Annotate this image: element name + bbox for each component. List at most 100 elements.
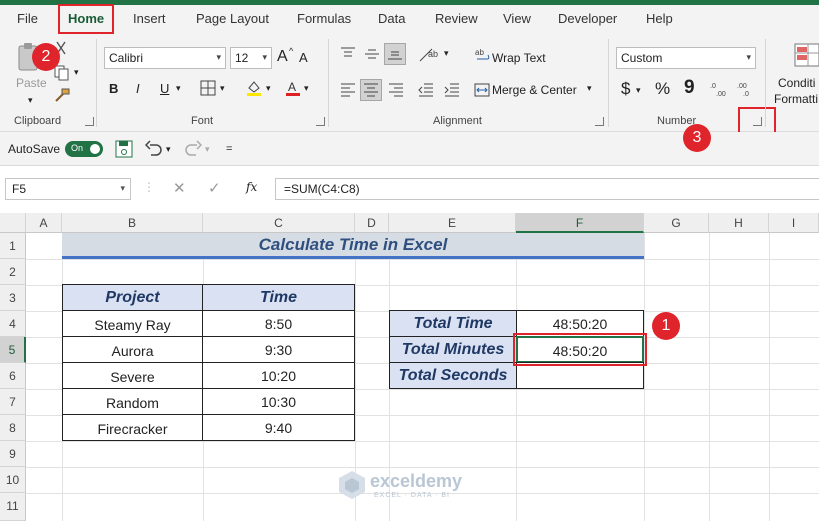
align-center-icon[interactable]	[360, 79, 382, 101]
decrease-indent-icon[interactable]	[418, 83, 434, 97]
row-header[interactable]: 8	[0, 415, 26, 441]
project-cell[interactable]: Steamy Ray	[62, 310, 203, 337]
enter-icon[interactable]: ✓	[208, 179, 221, 197]
row-header[interactable]: 6	[0, 363, 26, 389]
borders-chevron-icon[interactable]: ▾	[220, 83, 225, 94]
project-header[interactable]: Project	[62, 284, 203, 311]
formula-input[interactable]: =SUM(C4:C8)	[275, 178, 819, 200]
insert-function-button[interactable]: fx	[246, 180, 257, 194]
column-header[interactable]: F	[516, 213, 644, 233]
conditional-formatting-label-2[interactable]: Formatti	[774, 92, 818, 106]
summary-label[interactable]: Total Time	[389, 310, 517, 337]
underline-button[interactable]: U	[160, 81, 169, 96]
autosave-toggle[interactable]: On	[65, 141, 103, 157]
row-header[interactable]: 7	[0, 389, 26, 415]
font-size-select[interactable]: 12 ▾	[230, 47, 272, 69]
row-header[interactable]: 9	[0, 441, 26, 467]
increase-indent-icon[interactable]	[444, 83, 460, 97]
tab-data[interactable]: Data	[378, 11, 405, 26]
shrink-font-button[interactable]: A	[299, 50, 308, 65]
wrap-text-icon[interactable]: ab	[475, 47, 491, 63]
time-cell[interactable]: 9:30	[202, 336, 355, 363]
column-header[interactable]: C	[203, 213, 355, 233]
column-header[interactable]: A	[26, 213, 62, 233]
summary-label[interactable]: Total Minutes	[389, 336, 517, 363]
cancel-icon[interactable]: ✕	[173, 179, 186, 197]
paste-chevron-icon[interactable]: ▾	[28, 95, 33, 106]
fill-chevron-icon[interactable]: ▾	[266, 83, 271, 94]
undo-chevron-icon[interactable]: ▾	[166, 144, 171, 155]
time-cell[interactable]: 10:30	[202, 388, 355, 415]
project-cell[interactable]: Random	[62, 388, 203, 415]
tab-file[interactable]: File	[17, 11, 38, 26]
merge-center-button[interactable]: Merge & Center	[492, 83, 577, 97]
tab-help[interactable]: Help	[646, 11, 673, 26]
number-format-select[interactable]: Custom ▾	[616, 47, 756, 69]
align-bottom-icon[interactable]	[384, 43, 406, 65]
tab-view[interactable]: View	[503, 11, 531, 26]
row-header[interactable]: 4	[0, 311, 26, 337]
align-right-icon[interactable]	[388, 83, 404, 97]
redo-icon[interactable]	[184, 140, 203, 158]
currency-button[interactable]: $	[621, 79, 630, 99]
row-header[interactable]: 11	[0, 493, 26, 521]
column-header[interactable]: E	[389, 213, 516, 233]
sheet-title-cell[interactable]: Calculate Time in Excel	[62, 233, 644, 259]
fill-color-icon[interactable]	[245, 79, 263, 97]
format-painter-icon[interactable]	[54, 87, 70, 103]
tab-insert[interactable]: Insert	[133, 11, 166, 26]
project-cell[interactable]: Severe	[62, 362, 203, 389]
column-header[interactable]: B	[62, 213, 203, 233]
summary-label[interactable]: Total Seconds	[389, 362, 517, 389]
tab-page-layout[interactable]: Page Layout	[196, 11, 269, 26]
row-header[interactable]: 5	[0, 337, 26, 363]
decrease-decimal-icon[interactable]: .00.0	[737, 81, 757, 98]
comma-style-button[interactable]: 9	[684, 77, 695, 99]
merge-center-icon[interactable]	[474, 82, 490, 98]
column-header[interactable]: G	[644, 213, 709, 233]
column-header[interactable]: D	[355, 213, 389, 233]
align-middle-icon[interactable]	[364, 47, 380, 61]
italic-button[interactable]: I	[136, 81, 140, 96]
redo-chevron-icon[interactable]: ▾	[205, 144, 210, 155]
tab-developer[interactable]: Developer	[558, 11, 617, 26]
time-cell[interactable]: 8:50	[202, 310, 355, 337]
row-header[interactable]: 1	[0, 233, 26, 259]
undo-icon[interactable]	[144, 140, 163, 158]
tab-review[interactable]: Review	[435, 11, 478, 26]
underline-chevron-icon[interactable]: ▾	[176, 83, 181, 94]
orientation-icon[interactable]: ab	[418, 45, 440, 63]
font-color-icon[interactable]: A	[284, 79, 302, 97]
summary-value[interactable]	[516, 362, 644, 389]
copy-chevron-icon[interactable]: ▾	[74, 67, 79, 78]
conditional-formatting-icon[interactable]	[794, 43, 819, 67]
column-header[interactable]: H	[709, 213, 769, 233]
row-header[interactable]: 2	[0, 259, 26, 285]
name-box[interactable]: F5 ▾	[5, 178, 131, 200]
align-top-icon[interactable]	[340, 47, 356, 61]
column-header[interactable]: I	[769, 213, 819, 233]
row-header[interactable]: 10	[0, 467, 26, 493]
row-header[interactable]: 3	[0, 285, 26, 311]
time-header[interactable]: Time	[202, 284, 355, 311]
bold-button[interactable]: B	[109, 81, 118, 96]
wrap-text-button[interactable]: Wrap Text	[492, 51, 546, 65]
save-icon[interactable]	[115, 140, 133, 158]
merge-chevron-icon[interactable]: ▾	[587, 83, 592, 94]
project-cell[interactable]: Firecracker	[62, 414, 203, 441]
select-all-corner[interactable]	[0, 213, 26, 233]
copy-icon[interactable]	[54, 65, 70, 81]
alignment-launcher-icon[interactable]	[595, 117, 604, 126]
project-cell[interactable]: Aurora	[62, 336, 203, 363]
clipboard-launcher-icon[interactable]	[85, 117, 94, 126]
currency-chevron-icon[interactable]: ▾	[636, 85, 641, 96]
font-name-select[interactable]: Calibri ▾	[104, 47, 226, 69]
font-launcher-icon[interactable]	[316, 117, 325, 126]
increase-decimal-icon[interactable]: .0.00	[710, 81, 730, 98]
borders-icon[interactable]	[199, 80, 217, 96]
align-left-icon[interactable]	[340, 83, 356, 97]
paste-label[interactable]: Paste	[16, 76, 47, 90]
tab-formulas[interactable]: Formulas	[297, 11, 351, 26]
time-cell[interactable]: 10:20	[202, 362, 355, 389]
customize-qat-icon[interactable]: =	[226, 143, 232, 155]
